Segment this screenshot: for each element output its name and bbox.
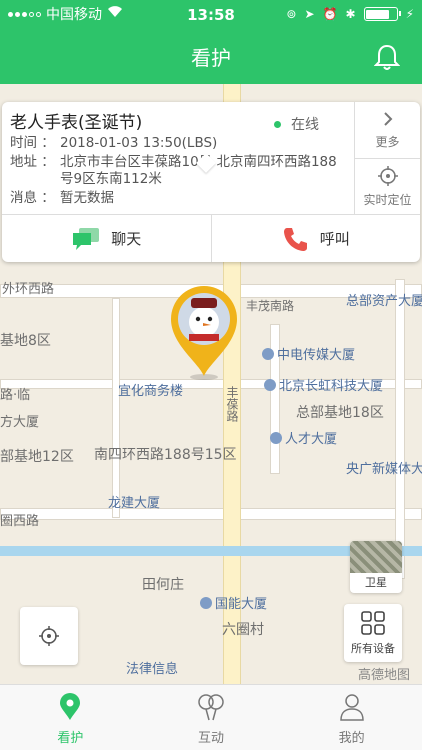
map-label: 方大厦 [0,415,40,430]
poi-label: 法律信息 [126,662,179,677]
map-label: 总部基地18区 [296,405,384,421]
map-label: 外环西路 [2,282,55,297]
chat-icon [73,227,100,250]
device-info: 老人手表(圣诞节) 在线 时间 ： 2018-01-03 13:50(LBS) … [2,102,354,214]
online-status: 在线 [274,114,319,134]
balloons-icon [198,694,224,721]
map-label: 六圈村 [222,622,264,638]
more-label: 更多 [375,134,400,149]
time-value: 2018-01-03 13:50(LBS) [60,135,218,151]
chat-label: 聊天 [111,230,142,248]
poi-label: 总部资产大厦 [346,294,422,309]
satellite-thumbnail [350,541,402,573]
satellite-label: 卫星 [365,576,387,589]
time-label: 时间 ： [10,135,55,151]
message-label: 消息 ： [10,190,55,206]
map-label: 圈西路 [0,514,40,529]
call-label: 呼叫 [319,230,350,248]
map-label: 基地8区 [0,333,51,349]
call-button[interactable]: 呼叫 [210,215,421,262]
map-label: 丰茂南路 [246,299,295,313]
card-side-buttons: 更多 实时定位 [354,102,420,214]
poi-label: 中电传媒大厦 [262,344,355,363]
time-row: 时间 ： 2018-01-03 13:50(LBS) [10,135,346,152]
address-label: 地址 ： [10,154,55,170]
realtime-label: 实时定位 [363,192,412,207]
locate-icon [377,165,398,186]
tab-mine[interactable]: 我的 [281,685,422,750]
bell-icon[interactable] [373,43,401,71]
status-time: 13:58 [187,6,235,24]
all-devices-label: 所有设备 [351,642,395,655]
device-location-marker[interactable] [167,282,241,382]
map-brand-logo: 高德地图 [358,668,411,683]
chevron-right-icon [383,111,392,126]
tab-bar: 看护 互动 我的 [0,684,422,750]
target-icon [39,626,59,646]
poi-label: 央广新媒体大 [346,462,422,477]
message-row: 消息 ： 暂无数据 [10,190,346,207]
chat-button[interactable]: 聊天 [2,215,211,262]
phone-icon [283,227,307,251]
poi-label: 北京长虹科技大厦 [264,375,383,394]
poi-label: 国能大厦 [200,593,267,612]
address-row: 地址 ： 北京市丰台区丰葆路10号 北京南四环西路188号9区东南112米 [10,154,346,188]
map-label: 部基地12区 [0,449,74,465]
page-title: 看护 [191,45,231,70]
app-header: 看护 [0,28,422,84]
road [112,298,120,518]
battery-icon [363,7,401,21]
card-actions: 聊天 呼叫 [2,214,420,262]
tab-interact[interactable]: 互动 [141,685,282,750]
all-devices-button[interactable]: 所有设备 [344,604,402,662]
locate-me-button[interactable] [20,607,78,665]
poi-label: 龙建大厦 [108,496,161,511]
road [0,508,422,520]
poi-label: 宜化商务楼 [118,384,184,399]
map-label: 田何庄 [142,577,184,593]
realtime-location-button[interactable]: 实时定位 [355,158,420,214]
satellite-toggle[interactable]: 卫星 [350,541,402,593]
online-dot-icon [274,120,281,128]
map-pin-icon [60,693,81,720]
road [395,279,405,579]
poi-label: 人才大厦 [270,428,337,447]
map-label: 丰葆路 [225,386,239,422]
map-label: 路·临 [0,388,31,403]
grid-icon [361,611,385,635]
device-info-card: 老人手表(圣诞节) 在线 时间 ： 2018-01-03 13:50(LBS) … [2,102,420,262]
status-bar: 中国移动 13:58 ⊚ ➤ ⏰ ✱ ⚡ [0,0,422,28]
tab-care[interactable]: 看护 [0,685,141,750]
map-label: 南四环西路188号15区 [94,447,237,463]
user-icon [339,694,364,721]
more-button[interactable]: 更多 [355,102,420,158]
message-value: 暂无数据 [60,190,114,206]
